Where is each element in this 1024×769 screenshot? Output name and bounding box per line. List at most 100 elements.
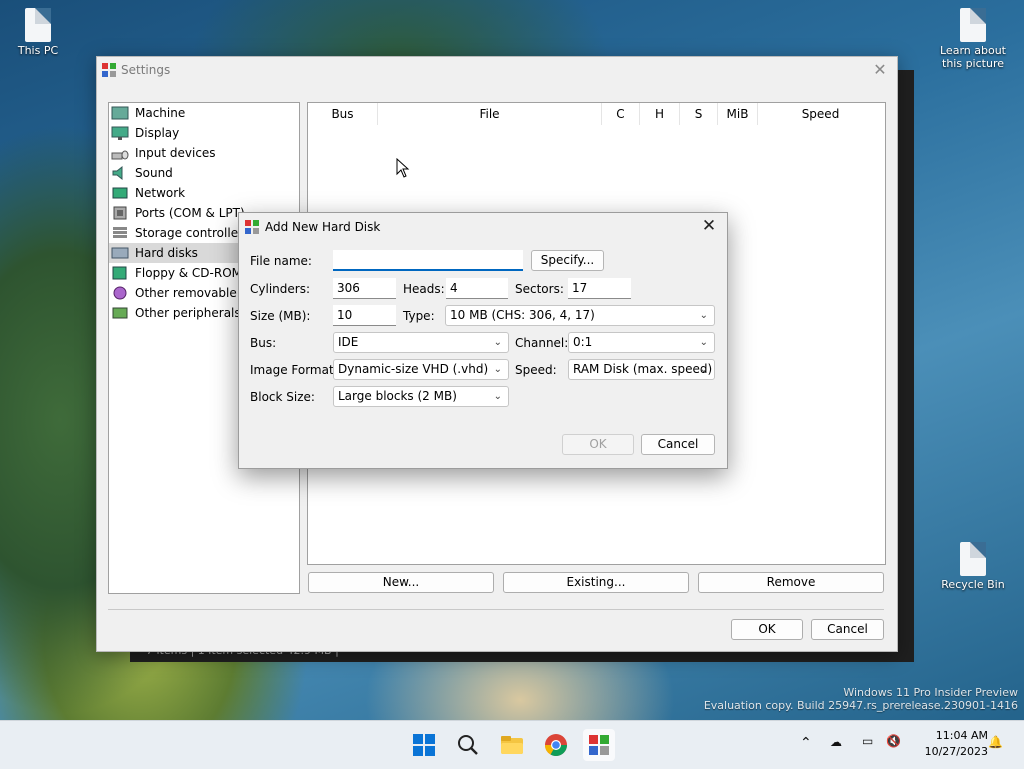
chrome-icon[interactable]	[540, 729, 572, 761]
ports-icon	[113, 206, 127, 220]
nav-label: Other peripherals	[135, 306, 241, 320]
desktop-icon-label: Learn about this picture	[940, 44, 1006, 70]
nav-label: Hard disks	[135, 246, 198, 260]
dialog-cancel-button[interactable]: Cancel	[641, 434, 715, 455]
close-icon[interactable]: ✕	[869, 59, 891, 81]
dialog-title: Add New Hard Disk	[265, 220, 381, 234]
notification-bell-icon[interactable]: 🔔	[988, 735, 1003, 749]
type-label: Type:	[403, 309, 435, 323]
settings-title: Settings	[121, 63, 171, 77]
nav-label: Network	[135, 186, 186, 200]
settings-cancel-button[interactable]: Cancel	[811, 619, 884, 640]
col-file[interactable]: File	[378, 103, 602, 125]
peripherals-icon	[112, 307, 128, 319]
chevron-up-icon[interactable]: ⌃	[800, 735, 812, 751]
chevron-down-icon: ⌄	[699, 364, 708, 375]
removable-device-icon	[113, 286, 127, 300]
col-speed[interactable]: Speed	[758, 103, 883, 125]
bus-label: Bus:	[250, 336, 277, 350]
nav-label: Input devices	[135, 146, 216, 160]
file-icon	[25, 8, 51, 42]
col-bus[interactable]: Bus	[308, 103, 378, 125]
bus-select[interactable]: IDE ⌄	[333, 332, 509, 353]
table-header: Bus File C H S MiB Speed	[308, 103, 885, 125]
file-icon	[960, 8, 986, 42]
desktop-icon-learn-about-picture[interactable]: Learn about this picture	[938, 8, 1008, 70]
block-size-value: Large blocks (2 MB)	[338, 389, 457, 403]
nav-label: Sound	[135, 166, 173, 180]
channel-label: Channel:	[515, 336, 569, 350]
nav-item-network[interactable]: Network	[109, 183, 299, 203]
watermark-line2: Evaluation copy. Build 25947.rs_prerelea…	[703, 699, 1018, 712]
recycle-bin-icon	[960, 542, 986, 576]
col-heads[interactable]: H	[640, 103, 680, 125]
nav-item-input-devices[interactable]: Input devices	[109, 143, 299, 163]
floppy-icon	[112, 266, 127, 280]
emulator-app-icon[interactable]	[583, 729, 615, 761]
network-tray-icon[interactable]: ▭	[862, 734, 873, 748]
start-windows-icon[interactable]	[408, 729, 440, 761]
size-input[interactable]: 10	[333, 305, 396, 326]
speed-value: RAM Disk (max. speed)	[573, 362, 713, 376]
chevron-down-icon: ⌄	[493, 337, 502, 348]
windows-watermark: Windows 11 Pro Insider Preview Evaluatio…	[704, 686, 1018, 712]
cylinders-input[interactable]: 306	[333, 278, 396, 299]
type-value: 10 MB (CHS: 306, 4, 17)	[450, 308, 595, 322]
sectors-label: Sectors:	[515, 282, 564, 296]
nav-item-display[interactable]: Display	[109, 123, 299, 143]
close-icon[interactable]: ✕	[697, 215, 721, 237]
heads-input[interactable]: 4	[446, 278, 508, 299]
channel-value: 0:1	[573, 335, 593, 349]
separator	[108, 609, 884, 610]
block-size-label: Block Size:	[250, 390, 315, 404]
app-icon	[102, 63, 116, 77]
new-disk-button[interactable]: New...	[308, 572, 494, 593]
col-mib[interactable]: MiB	[718, 103, 758, 125]
onedrive-icon[interactable]: ☁	[830, 735, 842, 749]
hard-disk-icon	[111, 247, 129, 259]
speed-select[interactable]: RAM Disk (max. speed) ⌄	[568, 359, 715, 380]
chevron-down-icon: ⌄	[699, 337, 708, 348]
col-sectors[interactable]: S	[680, 103, 718, 125]
col-cylinders[interactable]: C	[602, 103, 640, 125]
nav-label: Storage controllers	[135, 226, 250, 240]
search-icon[interactable]	[452, 729, 484, 761]
clock-time: 11:04 AM	[935, 729, 988, 742]
desktop-icon-label: This PC	[17, 44, 59, 57]
taskbar: ⌃ ☁ ▭ 🔇 11:04 AM 10/27/2023 🔔	[0, 720, 1024, 769]
settings-titlebar[interactable]: Settings ✕	[97, 57, 897, 83]
input-devices-icon	[111, 150, 129, 160]
file-name-input[interactable]	[333, 250, 523, 271]
chevron-down-icon: ⌄	[493, 391, 502, 402]
remove-disk-button[interactable]: Remove	[698, 572, 884, 593]
image-format-select[interactable]: Dynamic-size VHD (.vhd) ⌄	[333, 359, 509, 380]
bus-value: IDE	[338, 335, 359, 349]
speaker-icon	[112, 165, 123, 181]
size-label: Size (MB):	[250, 309, 311, 323]
dialog-ok-button[interactable]: OK	[562, 434, 634, 455]
nav-item-machine[interactable]: Machine	[109, 103, 299, 123]
taskbar-clock[interactable]: 11:04 AM 10/27/2023	[925, 728, 988, 760]
sectors-input[interactable]: 17	[568, 278, 631, 299]
nav-item-sound[interactable]: Sound	[109, 163, 299, 183]
type-select[interactable]: 10 MB (CHS: 306, 4, 17) ⌄	[445, 305, 715, 326]
mouse-cursor-icon	[396, 158, 410, 178]
desktop-icon-label: Recycle Bin	[941, 578, 1005, 591]
nav-label: Machine	[135, 106, 186, 120]
watermark-line1: Windows 11 Pro Insider Preview	[843, 686, 1018, 699]
network-icon	[112, 187, 128, 199]
storage-controller-icon	[113, 227, 127, 238]
chevron-down-icon: ⌄	[699, 310, 708, 321]
app-icon	[245, 220, 259, 234]
channel-select[interactable]: 0:1 ⌄	[568, 332, 715, 353]
desktop-icon-this-pc[interactable]: This PC	[3, 8, 73, 57]
specify-button[interactable]: Specify...	[531, 250, 604, 271]
heads-label: Heads:	[403, 282, 445, 296]
desktop-icon-recycle-bin[interactable]: Recycle Bin	[938, 542, 1008, 591]
speed-label: Speed:	[515, 363, 557, 377]
existing-disk-button[interactable]: Existing...	[503, 572, 689, 593]
volume-muted-icon[interactable]: 🔇	[886, 734, 901, 748]
block-size-select[interactable]: Large blocks (2 MB) ⌄	[333, 386, 509, 407]
settings-ok-button[interactable]: OK	[731, 619, 803, 640]
file-explorer-icon[interactable]	[496, 729, 528, 761]
